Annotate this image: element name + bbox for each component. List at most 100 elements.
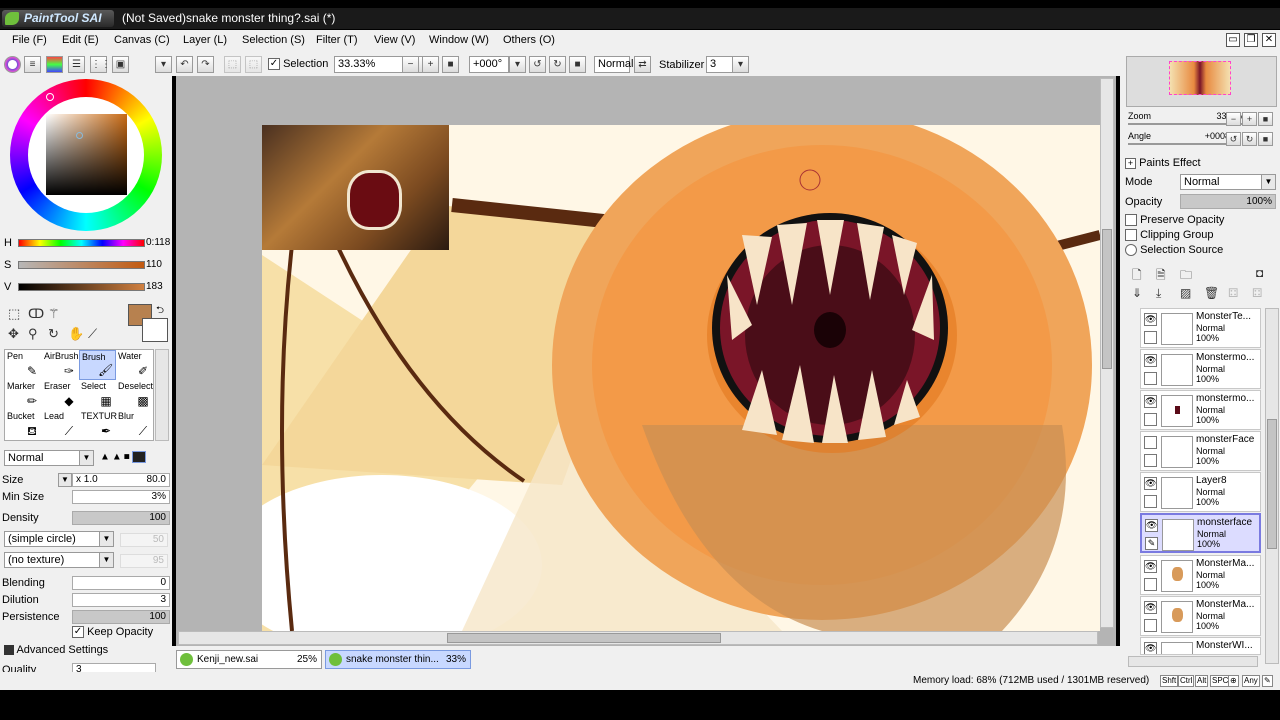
size-dropdown-icon[interactable]: ▼ [58, 473, 72, 487]
advanced-settings-toggle[interactable]: Advanced Settings [4, 644, 108, 656]
tool-airbrush[interactable]: AirBrush ✑ [42, 350, 79, 380]
swap-colors-icon[interactable]: ⮌ [156, 303, 164, 320]
eyedropper-icon[interactable]: ⟋ [88, 326, 97, 342]
color-swatches-icon[interactable] [46, 56, 63, 73]
mixer-icon[interactable]: ☰ [68, 56, 85, 73]
layer-scrollbar[interactable] [1265, 308, 1279, 664]
layer-hscrollbar[interactable] [1128, 656, 1258, 667]
flip-icon[interactable]: ⇄ [634, 56, 651, 73]
zoom-in-icon[interactable]: + [422, 56, 439, 73]
nav-zoom-out-icon[interactable]: − [1226, 112, 1241, 126]
zoom-field[interactable]: 33.33% [334, 56, 406, 73]
nav-zoom-in-icon[interactable]: + [1242, 112, 1257, 126]
brush-shape-presets[interactable]: ▲▲■ [100, 451, 168, 466]
invert-selection-icon[interactable]: ⬚ [245, 56, 262, 73]
tool-marker[interactable]: Marker ✏ [5, 380, 42, 410]
layer-item[interactable]: 👁 MonsterMa... Normal 100% [1140, 596, 1261, 636]
eye-icon[interactable]: 👁 [1145, 519, 1158, 532]
eye-icon[interactable]: 👁 [1144, 313, 1157, 326]
brush-texture-select[interactable]: (no texture) ▼ [4, 552, 114, 568]
brush-shape-select[interactable]: (simple circle) ▼ [4, 531, 114, 547]
canvas-horizontal-scrollbar[interactable] [178, 631, 1098, 645]
eye-icon[interactable]: 👁 [1144, 601, 1157, 614]
hue-slider[interactable] [18, 239, 145, 247]
angle-field[interactable]: +000° [469, 56, 509, 73]
swatch-grid-icon[interactable]: ⋮⋮ [90, 56, 111, 73]
preserve-opacity-toggle[interactable]: Preserve Opacity [1125, 214, 1224, 227]
menu-window[interactable]: Window (W) [429, 34, 489, 46]
clear-layer-icon[interactable]: ▨ [1180, 286, 1191, 300]
menu-canvas[interactable]: Canvas (C) [114, 34, 170, 46]
tool-lead[interactable]: Lead ⟋ [42, 410, 79, 440]
rotate-tool-icon[interactable]: ↻ [48, 326, 59, 342]
blending-slider[interactable]: 0 [72, 576, 170, 590]
layer-item-selected[interactable]: 👁 ✎ monsterface Normal 100% [1140, 513, 1261, 553]
rect-select-icon[interactable]: ⬚ [8, 306, 20, 322]
deselect-tb-icon[interactable]: ⬚ [224, 56, 241, 73]
layer-item[interactable]: monsterFace Normal 100% [1140, 431, 1261, 471]
navigator-viewport[interactable] [1169, 61, 1231, 95]
zoom-tool-icon[interactable]: ⚲ [28, 326, 38, 342]
layer-mask-icon[interactable]: ◘ [1256, 266, 1263, 280]
rotate-cw-icon[interactable]: ↻ [549, 56, 566, 73]
angle-dropdown-icon[interactable]: ▾ [509, 56, 526, 73]
nav-rotate-cw-icon[interactable]: ↻ [1242, 132, 1257, 146]
selection-source-toggle[interactable]: Selection Source [1125, 244, 1223, 257]
doc-tab-kenji[interactable]: Kenji_new.sai 25% [176, 650, 322, 669]
tool-bucket[interactable]: Bucket ⛾ [5, 410, 42, 440]
undo-icon[interactable]: ↶ [176, 56, 193, 73]
drawing-canvas[interactable] [262, 125, 1100, 631]
lasso-icon[interactable]: ↀ [28, 306, 44, 322]
lock-icon[interactable] [1144, 619, 1157, 632]
layer-item[interactable]: 👁 Monstermo... Normal 100% [1140, 349, 1261, 389]
canvas-vertical-scrollbar[interactable] [1100, 78, 1114, 628]
shape-strength-slider[interactable]: 50 [120, 533, 168, 547]
delete-layer-icon[interactable]: 🗑 [1204, 286, 1219, 300]
layer-item[interactable]: 👁 MonsterMa... Normal 100% [1140, 555, 1261, 595]
paints-effect-toggle[interactable]: + Paints Effect [1125, 157, 1201, 169]
navigator-preview[interactable] [1126, 56, 1277, 107]
layer-mode-select[interactable]: Normal ▼ [1180, 174, 1276, 190]
lock-icon[interactable] [1144, 372, 1157, 385]
layer-item[interactable]: 👁 Layer8 Normal 100% [1140, 472, 1261, 512]
menu-selection[interactable]: Selection (S) [242, 34, 305, 46]
preserve-opacity-checkbox[interactable] [1125, 214, 1137, 227]
stabilizer-field[interactable]: 3 [706, 56, 734, 73]
rotate-reset-icon[interactable]: ■ [569, 56, 586, 73]
menu-filter[interactable]: Filter (T) [316, 34, 358, 46]
secondary-color-swatch[interactable] [142, 318, 168, 342]
new-folder-icon[interactable]: 🗀 [1180, 266, 1192, 287]
redo-icon[interactable]: ↷ [197, 56, 214, 73]
nav-angle-slider[interactable] [1128, 143, 1228, 145]
menu-layer[interactable]: Layer (L) [183, 34, 227, 46]
clipping-group-toggle[interactable]: Clipping Group [1125, 229, 1213, 242]
sat-slider[interactable] [18, 261, 145, 269]
close-icon[interactable]: ✕ [1262, 33, 1276, 47]
persistence-slider[interactable]: 100 [72, 610, 170, 624]
blend-mode-field[interactable]: Normal [594, 56, 633, 73]
zoom-out-icon[interactable]: − [402, 56, 419, 73]
new-layer-icon[interactable]: 🗋 [1132, 266, 1142, 287]
lock-icon[interactable] [1144, 578, 1157, 591]
menu-view[interactable]: View (V) [374, 34, 415, 46]
lock-icon[interactable] [1144, 413, 1157, 426]
menu-others[interactable]: Others (O) [503, 34, 555, 46]
canvas-vscroll-thumb[interactable] [1102, 229, 1112, 369]
tool-pen[interactable]: Pen ✎ [5, 350, 42, 380]
quality-select[interactable]: 3 [72, 663, 156, 672]
selection-checkbox[interactable]: ✓ [268, 58, 280, 71]
hand-icon[interactable]: ✋ [68, 326, 84, 342]
menu-file[interactable]: File (F) [12, 34, 47, 46]
eye-icon[interactable]: 👁 [1144, 354, 1157, 367]
tool-blur[interactable]: Blur ⟋ [116, 410, 153, 440]
eye-icon[interactable]: 👁 [1144, 642, 1157, 654]
canvas-hscroll-thumb[interactable] [447, 633, 721, 643]
size-slider[interactable]: x 1.0 80.0 [72, 473, 170, 487]
layer-item[interactable]: 👁 MonsterWI... [1140, 637, 1261, 655]
tool-select[interactable]: Select ▦ [79, 380, 116, 410]
tool-scrollbar[interactable] [155, 349, 169, 441]
tool-eraser[interactable]: Eraser ◆ [42, 380, 79, 410]
magic-wand-icon[interactable]: ⚚ [48, 306, 60, 322]
eye-icon[interactable]: 👁 [1144, 560, 1157, 573]
move-icon[interactable]: ✥ [8, 326, 19, 342]
